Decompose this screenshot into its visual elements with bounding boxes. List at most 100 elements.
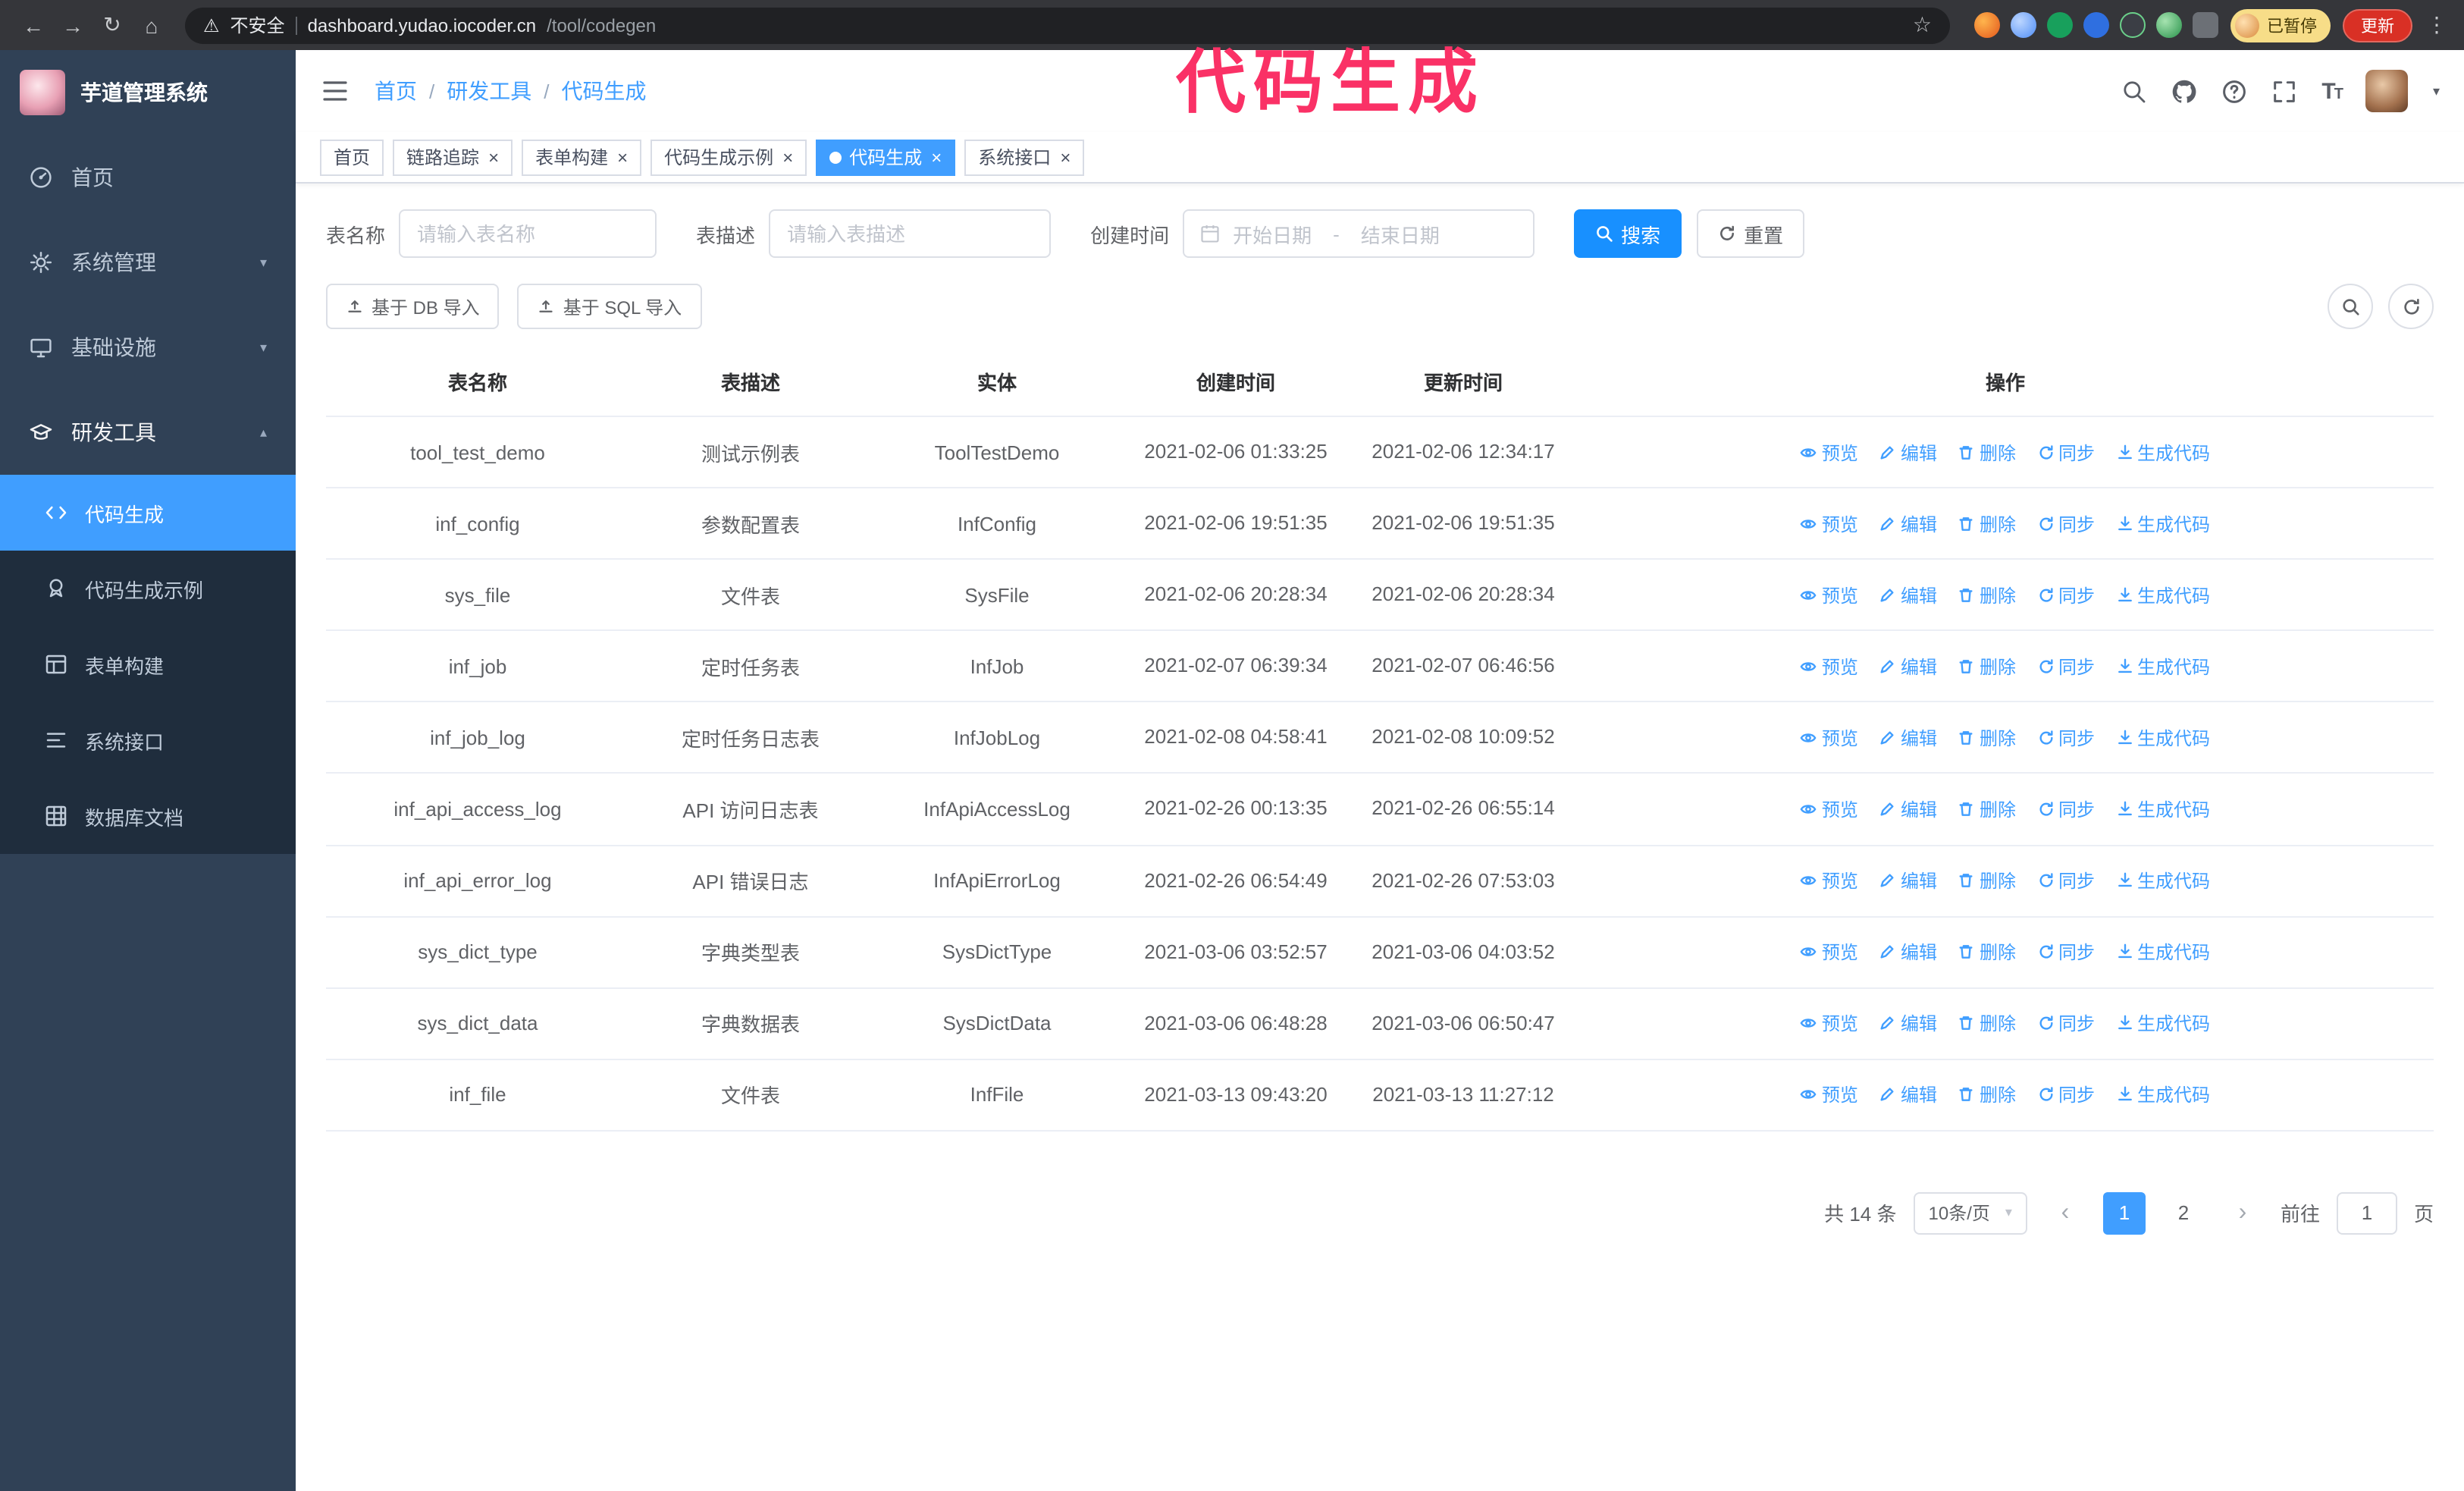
action-edit-link[interactable]: 编辑 [1879,439,1937,465]
action-generate-link[interactable]: 生成代码 [2116,1082,2210,1108]
action-edit-link[interactable]: 编辑 [1879,725,1937,751]
sidebar-item-form-builder[interactable]: 表单构建 [0,626,296,702]
github-icon[interactable] [2171,78,2197,104]
action-edit-link[interactable]: 编辑 [1879,939,1937,965]
page-button-2[interactable]: 2 [2162,1192,2205,1235]
tab-system-api[interactable]: 系统接口 × [964,139,1085,175]
fullscreen-icon[interactable] [2271,78,2297,104]
action-sync-link[interactable]: 同步 [2037,582,2095,607]
action-sync-link[interactable]: 同步 [2037,510,2095,536]
action-sync-link[interactable]: 同步 [2037,868,2095,893]
extensions-puzzle-icon[interactable] [2193,12,2218,38]
breadcrumb-item[interactable]: 代码生成 [562,76,647,106]
reload-icon[interactable]: ↻ [94,7,130,43]
refresh-button[interactable] [2388,284,2434,329]
page-size-select[interactable]: 10条/页 ▾ [1913,1191,2027,1235]
extension-icon[interactable] [1974,12,2000,38]
sidebar-item-infra[interactable]: 基础设施 ▾ [0,305,296,390]
extension-icon[interactable] [2120,12,2146,38]
action-edit-link[interactable]: 编辑 [1879,868,1937,893]
action-generate-link[interactable]: 生成代码 [2116,868,2210,893]
action-edit-link[interactable]: 编辑 [1879,1011,1937,1037]
action-edit-link[interactable]: 编辑 [1879,582,1937,607]
action-delete-link[interactable]: 删除 [1958,510,2016,536]
sidebar-item-system-api[interactable]: 系统接口 [0,702,296,778]
import-db-button[interactable]: 基于 DB 导入 [326,284,500,329]
reset-button[interactable]: 重置 [1697,209,1805,258]
action-preview-link[interactable]: 预览 [1801,1011,1858,1037]
forward-icon[interactable]: → [55,7,91,43]
action-preview-link[interactable]: 预览 [1801,510,1858,536]
action-preview-link[interactable]: 预览 [1801,654,1858,680]
search-button[interactable]: 搜索 [1574,209,1682,258]
address-bar[interactable]: ⚠ 不安全 dashboard.yudao.iocoder.cn /tool/c… [185,7,1950,43]
hamburger-icon[interactable] [320,76,350,106]
goto-page-input[interactable] [2336,1191,2397,1235]
action-delete-link[interactable]: 删除 [1958,654,2016,680]
tab-codegen-example[interactable]: 代码生成示例 × [650,139,807,175]
action-sync-link[interactable]: 同步 [2037,439,2095,465]
close-icon[interactable]: × [931,148,942,166]
action-sync-link[interactable]: 同步 [2037,654,2095,680]
help-icon[interactable] [2221,78,2247,104]
tab-form-builder[interactable]: 表单构建 × [522,139,642,175]
action-edit-link[interactable]: 编辑 [1879,796,1937,822]
table-desc-input[interactable] [769,209,1052,258]
action-generate-link[interactable]: 生成代码 [2116,439,2210,465]
page-button-1[interactable]: 1 [2102,1191,2146,1235]
date-range-picker[interactable]: 开始日期 - 结束日期 [1183,209,1535,258]
action-preview-link[interactable]: 预览 [1801,1082,1858,1108]
extension-icon[interactable] [2011,12,2036,38]
breadcrumb-item[interactable]: 研发工具 [447,76,531,106]
action-sync-link[interactable]: 同步 [2037,796,2095,822]
user-avatar[interactable] [2365,70,2409,112]
action-sync-link[interactable]: 同步 [2037,1011,2095,1037]
font-size-icon[interactable]: TT [2321,78,2343,104]
action-delete-link[interactable]: 删除 [1958,582,2016,607]
close-icon[interactable]: × [1060,148,1071,166]
action-edit-link[interactable]: 编辑 [1879,654,1937,680]
sidebar-item-db-docs[interactable]: 数据库文档 [0,778,296,854]
action-edit-link[interactable]: 编辑 [1879,510,1937,536]
action-preview-link[interactable]: 预览 [1801,725,1858,751]
action-sync-link[interactable]: 同步 [2037,939,2095,965]
tab-home[interactable]: 首页 [320,139,384,175]
browser-menu-icon[interactable]: ⋮ [2425,12,2449,38]
action-delete-link[interactable]: 删除 [1958,439,2016,465]
action-generate-link[interactable]: 生成代码 [2116,725,2210,751]
breadcrumb-item[interactable]: 首页 [375,76,417,106]
action-sync-link[interactable]: 同步 [2037,1082,2095,1108]
back-icon[interactable]: ← [15,7,52,43]
tab-codegen[interactable]: 代码生成 × [816,139,956,175]
action-generate-link[interactable]: 生成代码 [2116,796,2210,822]
extension-icon[interactable] [2156,12,2182,38]
import-sql-button[interactable]: 基于 SQL 导入 [517,284,702,329]
action-preview-link[interactable]: 预览 [1801,582,1858,607]
close-icon[interactable]: × [782,148,793,166]
action-sync-link[interactable]: 同步 [2037,725,2095,751]
action-delete-link[interactable]: 删除 [1958,939,2016,965]
sidebar-item-system[interactable]: 系统管理 ▾ [0,220,296,305]
next-page-button[interactable]: › [2221,1192,2264,1235]
avatar-caret-icon[interactable]: ▾ [2433,83,2440,99]
action-delete-link[interactable]: 删除 [1958,796,2016,822]
action-delete-link[interactable]: 删除 [1958,1082,2016,1108]
toggle-search-button[interactable] [2328,284,2373,329]
action-preview-link[interactable]: 预览 [1801,796,1858,822]
action-delete-link[interactable]: 删除 [1958,725,2016,751]
action-preview-link[interactable]: 预览 [1801,868,1858,893]
action-preview-link[interactable]: 预览 [1801,439,1858,465]
tab-tracing[interactable]: 链路追踪 × [393,139,513,175]
action-edit-link[interactable]: 编辑 [1879,1082,1937,1108]
prev-page-button[interactable]: ‹ [2044,1192,2086,1235]
extension-icon[interactable] [2047,12,2073,38]
bookmark-star-icon[interactable]: ☆ [1913,12,1932,38]
sidebar-item-codegen-example[interactable]: 代码生成示例 [0,551,296,626]
action-preview-link[interactable]: 预览 [1801,939,1858,965]
action-generate-link[interactable]: 生成代码 [2116,939,2210,965]
sidebar-item-devtools[interactable]: 研发工具 ▴ [0,390,296,475]
action-generate-link[interactable]: 生成代码 [2116,582,2210,607]
home-icon[interactable]: ⌂ [133,7,170,43]
logo-row[interactable]: 芋道管理系统 [0,50,296,135]
action-generate-link[interactable]: 生成代码 [2116,654,2210,680]
